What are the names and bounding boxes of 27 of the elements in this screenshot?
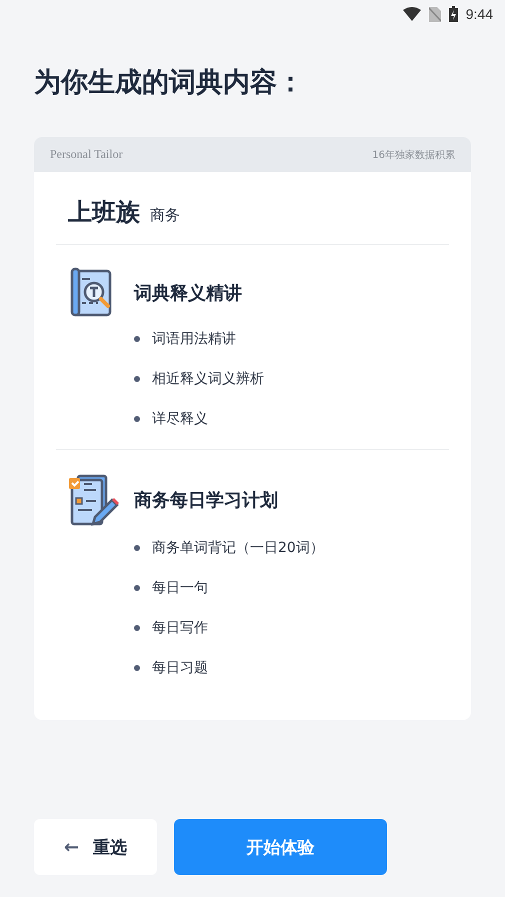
bullet-icon (134, 376, 140, 382)
page-title: 为你生成的词典内容： (34, 66, 305, 100)
bullet-icon (134, 665, 140, 671)
feature-item: 商务单词背记（一日20词） (152, 539, 324, 557)
checklist-pencil-icon (68, 472, 120, 528)
role-category: 商务 (150, 206, 180, 225)
feature-item: 每日习题 (152, 659, 208, 677)
feature-item: 相近释义词义辨析 (152, 370, 264, 388)
no-sim-icon (428, 6, 441, 22)
card-header-note: 16年独家数据积累 (372, 148, 455, 162)
feature-item: 每日写作 (152, 619, 208, 637)
bullet-icon (134, 416, 140, 422)
bullet-icon (134, 336, 140, 342)
feature-item: 详尽释义 (152, 410, 208, 428)
feature-item: 每日一句 (152, 579, 208, 597)
bullet-icon (134, 545, 140, 551)
status-time: 9:44 (466, 6, 493, 22)
reselect-button[interactable]: ← 重选 (34, 819, 157, 875)
section-heading: 词典释义精讲 (134, 282, 242, 305)
bullet-icon (134, 585, 140, 591)
wifi-icon (402, 7, 421, 21)
card-header-label: Personal Tailor (50, 147, 123, 162)
role-name: 上班族 (68, 197, 140, 228)
section-heading: 商务每日学习计划 (134, 489, 278, 512)
bullet-icon (134, 625, 140, 631)
battery-charging-icon (448, 6, 458, 22)
feature-item: 词语用法精讲 (152, 330, 236, 348)
